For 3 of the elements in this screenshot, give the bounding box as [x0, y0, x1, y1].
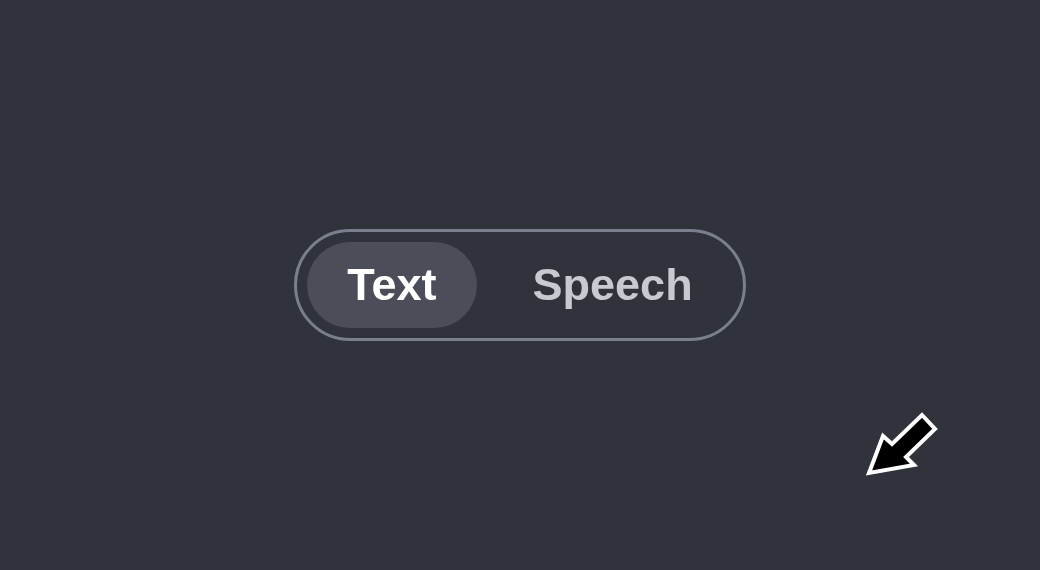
toggle-option[interactable]: Text: [307, 242, 477, 328]
toggle-option[interactable]: Speech: [492, 242, 733, 328]
cursor-icon: [866, 412, 938, 476]
